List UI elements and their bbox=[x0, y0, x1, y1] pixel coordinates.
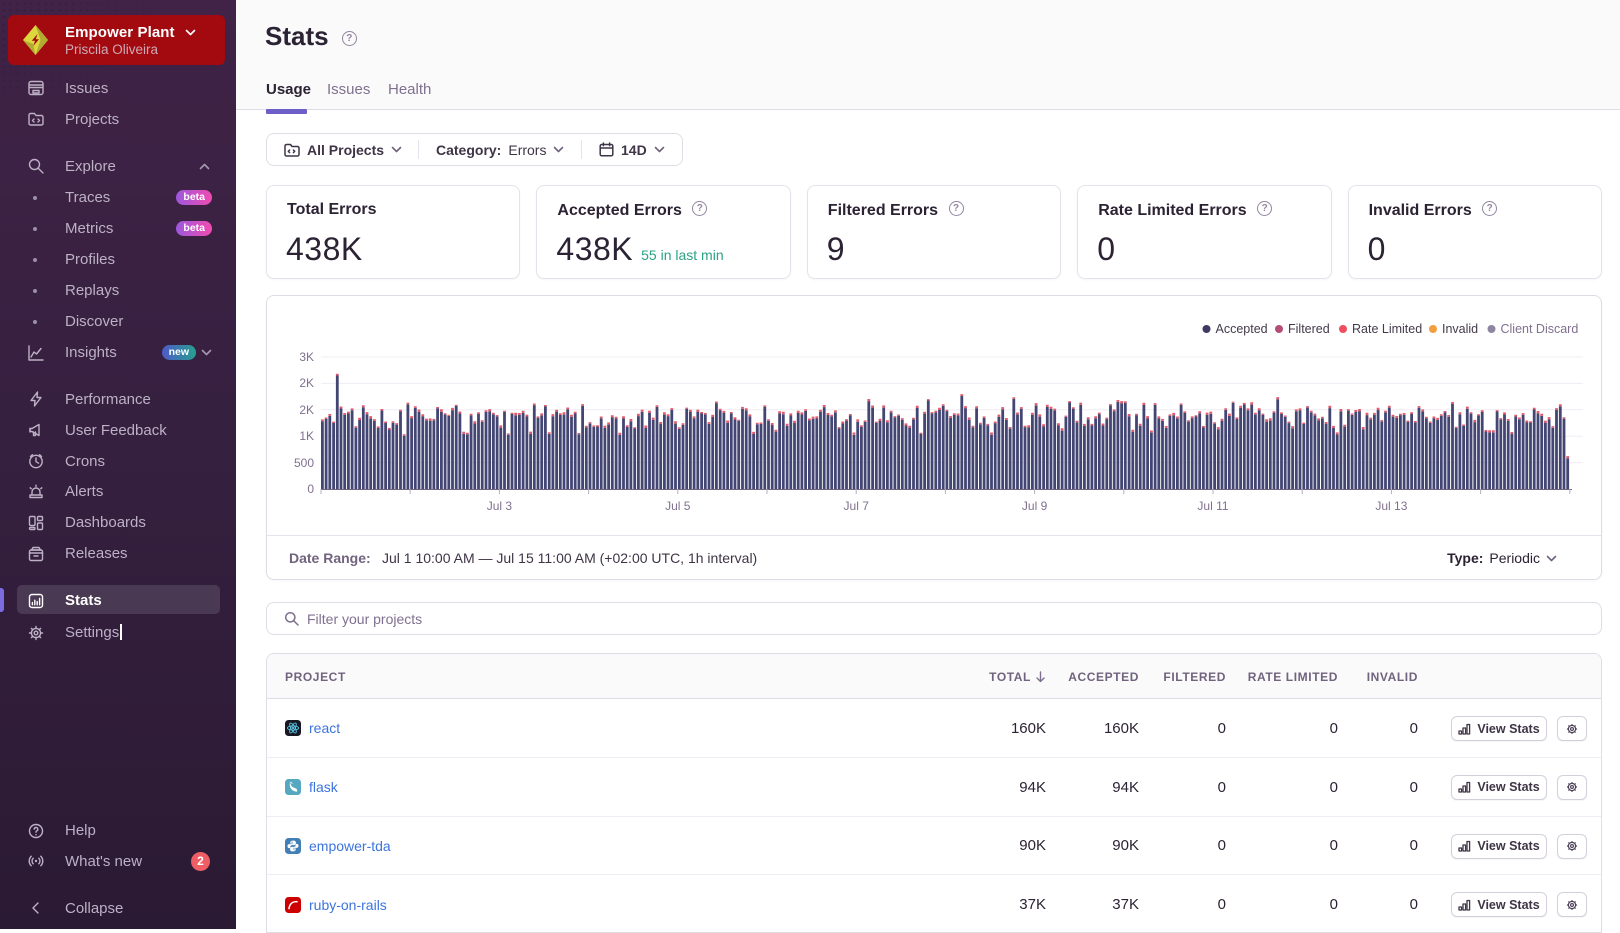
svg-text:2K: 2K bbox=[299, 376, 314, 390]
svg-text:Accepted: Accepted bbox=[1216, 322, 1268, 336]
svg-text:Jul 9: Jul 9 bbox=[1022, 499, 1048, 513]
svg-text:Filtered: Filtered bbox=[1288, 322, 1330, 336]
svg-text:Jul 11: Jul 11 bbox=[1197, 499, 1228, 513]
svg-text:0: 0 bbox=[307, 482, 314, 496]
svg-text:Client Discard: Client Discard bbox=[1501, 322, 1579, 336]
svg-text:3K: 3K bbox=[299, 350, 314, 364]
svg-text:Rate Limited: Rate Limited bbox=[1352, 322, 1422, 336]
svg-text:Jul 5: Jul 5 bbox=[665, 499, 691, 513]
svg-text:Jul 13: Jul 13 bbox=[1375, 499, 1407, 513]
svg-text:Jul 7: Jul 7 bbox=[844, 499, 870, 513]
svg-text:Jul 3: Jul 3 bbox=[487, 499, 513, 513]
svg-text:500: 500 bbox=[294, 456, 314, 470]
svg-text:1K: 1K bbox=[299, 429, 314, 443]
svg-text:2K: 2K bbox=[299, 403, 314, 417]
svg-text:Invalid: Invalid bbox=[1442, 322, 1478, 336]
